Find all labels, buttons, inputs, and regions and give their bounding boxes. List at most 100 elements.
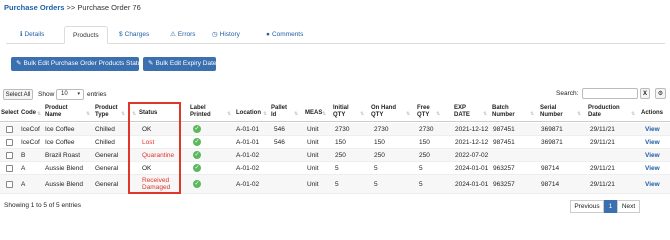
- cell-batch-number: 987451: [493, 126, 515, 133]
- cell-initial-qty: 150: [335, 139, 346, 146]
- pencil-icon: ✎: [16, 60, 22, 67]
- clear-search-button[interactable]: X: [640, 88, 650, 99]
- table-row: A Aussie Blend General OK ✓ A-01-02 Unit…: [0, 162, 670, 175]
- col-code[interactable]: Code: [21, 110, 36, 117]
- tab-products[interactable]: Products: [64, 26, 108, 44]
- sort-icon: ⇅: [121, 111, 126, 117]
- cell-free-qty: 2730: [419, 126, 434, 133]
- row-checkbox[interactable]: [6, 126, 13, 133]
- cell-initial-qty: 5: [335, 165, 339, 172]
- chevron-down-icon: ▾: [77, 91, 80, 97]
- col-status[interactable]: Status: [139, 110, 157, 117]
- cell-serial-number: 369871: [541, 126, 563, 133]
- col-label-printed[interactable]: Label Printed: [190, 105, 211, 119]
- sort-icon: ⇅: [227, 111, 232, 117]
- table-info: Showing 1 to 5 of 5 entries: [4, 202, 81, 209]
- col-select[interactable]: Select: [1, 110, 19, 117]
- tab-details[interactable]: ℹ Details: [20, 26, 44, 44]
- cell-pallet-id: 546: [274, 139, 285, 146]
- cell-on-hand-qty: 2730: [374, 126, 389, 133]
- cell-exp-date: 2022-07-02: [455, 152, 489, 159]
- cell-free-qty: 150: [419, 139, 430, 146]
- col-production-date[interactable]: Production Date: [588, 105, 620, 119]
- col-product-name[interactable]: Product Name: [45, 105, 68, 119]
- col-on-hand-qty[interactable]: On Hand QTY: [371, 105, 396, 119]
- search-input[interactable]: [582, 88, 638, 99]
- cell-product-name: Aussie Blend: [45, 181, 83, 188]
- tab-comments[interactable]: ● Comments: [266, 26, 303, 44]
- tab-errors[interactable]: ⚠ Errors: [170, 26, 196, 44]
- show-label: Show: [38, 91, 55, 98]
- cell-status: Lost: [142, 139, 155, 146]
- cell-meas: Unit: [307, 126, 319, 133]
- sort-icon: ⇅: [436, 111, 441, 117]
- col-free-qty[interactable]: Free QTY: [417, 105, 430, 119]
- cell-meas: Unit: [307, 165, 319, 172]
- check-circle-icon: ✓: [193, 138, 201, 146]
- sort-icon: ⇅: [132, 111, 137, 117]
- bulk-edit-expiry-button[interactable]: ✎ Bulk Edit Expiry Dates: [143, 57, 220, 71]
- page-1-button[interactable]: 1: [604, 200, 617, 213]
- cell-production-date: 29/11/21: [590, 181, 615, 188]
- row-checkbox[interactable]: [6, 139, 13, 146]
- view-link[interactable]: View: [645, 149, 660, 162]
- cell-free-qty: 5: [419, 181, 423, 188]
- cell-exp-date: 2024-01-01: [455, 165, 489, 172]
- cell-production-date: 29/11/21: [590, 139, 615, 146]
- cell-product-type: General: [95, 181, 119, 188]
- cell-code: IceCof: [21, 126, 40, 133]
- row-checkbox[interactable]: [6, 152, 13, 159]
- select-all-button[interactable]: Select All: [3, 89, 33, 100]
- check-circle-icon: ✓: [193, 125, 201, 133]
- view-link[interactable]: View: [645, 162, 660, 175]
- col-pallet-id[interactable]: Pallet Id: [271, 105, 287, 119]
- table-row: IceCof Ice Coffee Chilled Lost ✓ A-01-01…: [0, 136, 670, 149]
- row-checkbox[interactable]: [6, 165, 13, 172]
- cell-meas: Unit: [307, 181, 319, 188]
- breadcrumb-purchase-orders-link[interactable]: Purchase Orders: [4, 3, 64, 12]
- cell-pallet-id: 546: [274, 126, 285, 133]
- sort-icon: ⇅: [322, 111, 327, 117]
- previous-page-button[interactable]: Previous: [570, 200, 604, 213]
- col-meas[interactable]: MEAS: [305, 110, 322, 117]
- col-batch-number[interactable]: Batch Number: [492, 105, 515, 119]
- cell-production-date: 29/11/21: [590, 165, 615, 172]
- col-initial-qty[interactable]: Initial QTY: [333, 105, 349, 119]
- col-product-type[interactable]: Product Type: [95, 105, 118, 119]
- tab-history[interactable]: ◷ History: [212, 26, 240, 44]
- sort-icon: ⇅: [577, 111, 582, 117]
- table-header: Select Code ⇅ Product Name ⇅ Product Type …: [0, 104, 670, 122]
- cell-status: OK: [142, 126, 152, 133]
- bulk-edit-statuses-button[interactable]: ✎ Bulk Edit Purchase Order Products Statu…: [11, 57, 151, 71]
- settings-button[interactable]: ⚙: [655, 88, 666, 99]
- cell-product-name: Ice Coffee: [45, 139, 75, 146]
- next-page-button[interactable]: Next: [617, 200, 640, 213]
- col-location[interactable]: Location: [236, 110, 261, 117]
- dollar-icon: $: [119, 31, 123, 38]
- cell-production-date: 29/11/21: [590, 126, 615, 133]
- cell-on-hand-qty: 5: [374, 165, 378, 172]
- view-link[interactable]: View: [645, 175, 660, 194]
- sort-icon: ⇅: [483, 111, 488, 117]
- row-checkbox[interactable]: [6, 181, 13, 188]
- cell-free-qty: 5: [419, 165, 423, 172]
- col-serial-number[interactable]: Serial Number: [540, 105, 563, 119]
- cell-meas: Unit: [307, 152, 319, 159]
- check-circle-icon: ✓: [193, 151, 201, 159]
- cell-location: A-01-02: [236, 152, 260, 159]
- cell-product-name: Brazil Roast: [45, 152, 81, 159]
- cell-initial-qty: 5: [335, 181, 339, 188]
- cell-serial-number: 369871: [541, 139, 563, 146]
- col-exp-date[interactable]: EXP DATE: [454, 105, 470, 119]
- tab-charges[interactable]: $ Charges: [119, 26, 149, 44]
- sort-icon: ⇅: [360, 111, 365, 117]
- entries-select[interactable]: 10 ▾: [56, 89, 84, 100]
- gear-icon: ⚙: [657, 91, 664, 97]
- cell-batch-number: 963257: [493, 181, 515, 188]
- sort-icon: ⇅: [37, 111, 42, 117]
- col-actions: Actions: [641, 110, 664, 116]
- table-row: B Brazil Roast General Quarantine ✓ A-01…: [0, 149, 670, 162]
- view-link[interactable]: View: [645, 136, 660, 149]
- view-link[interactable]: View: [645, 123, 660, 136]
- sort-icon: ⇅: [263, 111, 268, 117]
